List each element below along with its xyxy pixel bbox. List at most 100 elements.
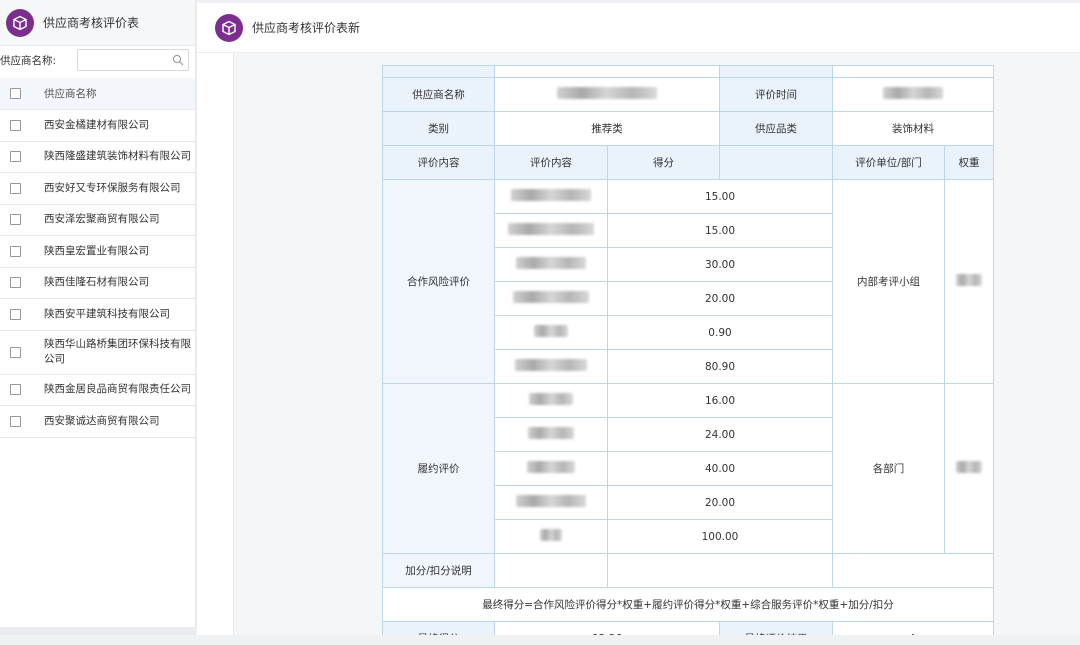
row-checkbox[interactable] [10, 277, 21, 289]
supplier-name: 陕西金居良品商贸有限责任公司 [44, 383, 191, 396]
supplier-name: 陕西华山路桥集团环保科技有限公司 [44, 338, 191, 365]
coop-risk-item [494, 349, 608, 384]
list-item[interactable]: 陕西安平建筑科技有限公司 [0, 299, 195, 331]
perform-item [494, 519, 608, 554]
supplier-search-box[interactable] [77, 49, 189, 71]
col-eval-content2: 评价内容 [494, 145, 608, 180]
list-item[interactable]: 西安好又专环保服务有限公司 [0, 173, 195, 205]
col-eval-unit: 评价单位/部门 [832, 145, 945, 180]
right-panel-title: 供应商考核评价表新 [252, 21, 361, 35]
supplier-search-input[interactable] [78, 50, 168, 70]
row-checkbox[interactable] [10, 182, 21, 194]
supplier-name: 陕西佳隆石材有限公司 [44, 276, 149, 289]
coop-risk-score: 0.90 [607, 315, 833, 350]
supplier-list: 西安金橘建材有限公司 陕西隆盛建筑装饰材料有限公司 西安好又专环保服务有限公司 … [0, 110, 195, 438]
list-item[interactable]: 陕西佳隆石材有限公司 [0, 268, 195, 299]
select-all-checkbox[interactable] [10, 88, 21, 99]
list-item[interactable]: 陕西金居良品商贸有限责任公司 [0, 375, 195, 406]
coop-risk-item [494, 179, 608, 214]
supplier-list-panel: 供应商考核评价表 供应商名称: 供应商名称 西安金橘建材有限公司 陕西隆盛建筑装… [0, 0, 196, 645]
coop-risk-item [494, 247, 608, 282]
supplier-name-label: 供应商名称 [382, 77, 495, 112]
adjust-cell[interactable] [832, 553, 994, 588]
adjust-cell[interactable] [494, 553, 608, 588]
supplier-name: 西安聚诚达商贸有限公司 [44, 414, 160, 427]
coop-risk-score: 30.00 [607, 247, 833, 282]
supplier-name: 陕西安平建筑科技有限公司 [44, 307, 170, 320]
row-checkbox[interactable] [10, 245, 21, 257]
supplier-name: 陕西隆盛建筑装饰材料有限公司 [44, 150, 191, 163]
table-top-cell [382, 65, 495, 78]
row-checkbox[interactable] [10, 151, 21, 163]
eval-time-label: 评价时间 [719, 77, 833, 112]
perform-label: 履约评价 [382, 383, 495, 554]
col-score: 得分 [607, 145, 720, 180]
perform-score: 16.00 [607, 383, 833, 418]
evaluation-table: 供应商名称 评价时间 类别 推荐类 供应品类 装饰材料 评价内容 评价内容 得分… [382, 65, 994, 645]
coop-risk-weight [944, 179, 994, 384]
list-item[interactable]: 西安金橘建材有限公司 [0, 110, 195, 142]
bottom-bar [0, 635, 1080, 645]
coop-risk-score: 80.90 [607, 349, 833, 384]
perform-item [494, 383, 608, 418]
row-checkbox[interactable] [10, 346, 21, 358]
coop-risk-item [494, 315, 608, 350]
adjust-cell[interactable] [607, 553, 833, 588]
supplier-list-header: 供应商名称 [0, 78, 195, 110]
row-checkbox[interactable] [10, 415, 21, 427]
perform-item [494, 417, 608, 452]
perform-score: 40.00 [607, 451, 833, 486]
list-item[interactable]: 陕西隆盛建筑装饰材料有限公司 [0, 142, 195, 173]
adjust-label: 加分/扣分说明 [382, 553, 495, 588]
col-empty [719, 145, 833, 180]
form-content-area: 供应商名称 评价时间 类别 推荐类 供应品类 装饰材料 评价内容 评价内容 得分… [233, 53, 1080, 645]
row-checkbox[interactable] [10, 384, 21, 396]
perform-item [494, 485, 608, 520]
perform-score: 20.00 [607, 485, 833, 520]
row-checkbox[interactable] [10, 119, 21, 131]
cube-icon [6, 8, 34, 37]
table-top-cell [832, 65, 994, 78]
search-icon[interactable] [172, 54, 184, 66]
supplier-name-value [494, 77, 720, 112]
coop-risk-score: 20.00 [607, 281, 833, 316]
row-checkbox[interactable] [10, 308, 21, 320]
list-item[interactable]: 陕西华山路桥集团环保科技有限公司 [0, 331, 195, 375]
eval-time-value [832, 77, 994, 112]
supply-type-value: 装饰材料 [832, 111, 994, 146]
list-item[interactable]: 陕西皇宏置业有限公司 [0, 236, 195, 268]
perform-score: 24.00 [607, 417, 833, 452]
supplier-name: 西安好又专环保服务有限公司 [44, 181, 181, 194]
perform-score: 100.00 [607, 519, 833, 554]
cube-icon [215, 13, 243, 42]
left-panel-title: 供应商考核评价表 [43, 16, 140, 30]
supplier-name: 西安金橘建材有限公司 [44, 118, 149, 131]
evaluation-form-panel: 供应商考核评价表新 供应商名称 评价时间 类别 推荐类 供应品类 装饰材料 评价… [197, 3, 1080, 645]
col-weight: 权重 [944, 145, 994, 180]
perform-weight [944, 383, 994, 554]
supplier-filter: 供应商名称: [0, 46, 195, 72]
supplier-name: 陕西皇宏置业有限公司 [44, 244, 149, 257]
left-panel-header: 供应商考核评价表 [0, 0, 195, 46]
coop-risk-item [494, 213, 608, 248]
row-checkbox[interactable] [10, 214, 21, 226]
perform-unit: 各部门 [832, 383, 945, 554]
table-top-cell [719, 65, 833, 78]
supply-type-label: 供应品类 [719, 111, 833, 146]
filter-label: 供应商名称: [0, 54, 57, 67]
coop-risk-item [494, 281, 608, 316]
coop-risk-score: 15.00 [607, 179, 833, 214]
supplier-name: 西安泽宏聚商贸有限公司 [44, 213, 160, 226]
perform-item [494, 451, 608, 486]
category-label: 类别 [382, 111, 495, 146]
list-item[interactable]: 西安聚诚达商贸有限公司 [0, 406, 195, 438]
coop-risk-score: 15.00 [607, 213, 833, 248]
category-value: 推荐类 [494, 111, 720, 146]
coop-risk-unit: 内部考评小组 [832, 179, 945, 384]
col-eval-content: 评价内容 [382, 145, 495, 180]
list-header-label: 供应商名称 [44, 88, 97, 100]
left-horizontal-scrollbar[interactable] [0, 627, 196, 635]
coop-risk-label: 合作风险评价 [382, 179, 495, 384]
score-formula: 最终得分=合作风险评价得分*权重+履约评价得分*权重+综合服务评价*权重+加分/… [382, 587, 994, 622]
list-item[interactable]: 西安泽宏聚商贸有限公司 [0, 205, 195, 236]
